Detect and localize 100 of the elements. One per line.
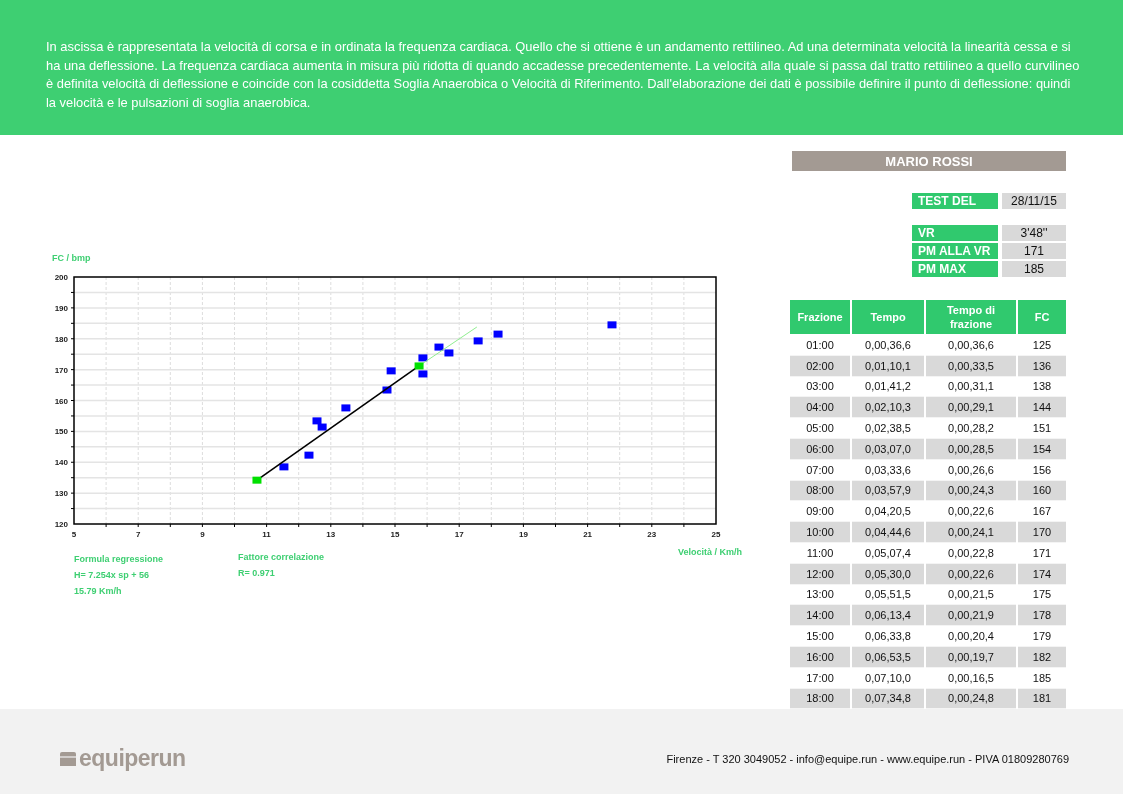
y-tick-label: 190 bbox=[54, 303, 68, 313]
column-header: Tempo bbox=[852, 300, 924, 335]
y-tick-label: 170 bbox=[54, 365, 68, 375]
table-cell: 06:00 bbox=[790, 439, 850, 460]
x-tick-label: 7 bbox=[135, 530, 141, 539]
table-cell: 174 bbox=[1018, 563, 1066, 585]
table-cell: 15:00 bbox=[790, 626, 850, 647]
info-value: 28/11/15 bbox=[1002, 193, 1066, 209]
table-cell: 0,00,16,5 bbox=[926, 667, 1016, 689]
x-tick-label: 5 bbox=[71, 530, 77, 539]
y-tick-label: 180 bbox=[54, 334, 68, 344]
info-value: 3'48'' bbox=[1002, 225, 1066, 241]
y-axis-title: FC / bmp bbox=[52, 253, 91, 263]
table-cell: 0,01,10,1 bbox=[852, 355, 924, 377]
y-tick-label: 150 bbox=[54, 427, 68, 437]
table-cell: 0,00,19,7 bbox=[926, 646, 1016, 668]
table-cell: 10:00 bbox=[790, 522, 850, 543]
table-cell: 181 bbox=[1018, 688, 1066, 710]
table-cell: 0,02,38,5 bbox=[852, 418, 924, 439]
table-cell: 0,00,36,6 bbox=[852, 335, 924, 356]
table-cell: 0,00,24,1 bbox=[926, 522, 1016, 543]
x-tick-label: 11 bbox=[262, 530, 271, 539]
y-tick-label: 130 bbox=[54, 489, 68, 499]
y-tick-label: 140 bbox=[54, 458, 68, 468]
table-cell: 0,03,07,0 bbox=[852, 439, 924, 460]
x-tick-label: 17 bbox=[454, 530, 464, 539]
regression-formula: H= 7.254x sp + 56 bbox=[74, 570, 151, 581]
table-cell: 0,00,28,2 bbox=[926, 418, 1016, 439]
bag-icon bbox=[58, 749, 78, 768]
table-cell: 0,07,34,8 bbox=[852, 688, 924, 710]
x-tick-label: 15 bbox=[390, 530, 400, 539]
description-text: In ascissa è rappresentata la velocità di corsa e in ordinata la frequenza cardiaca. Quello che si ottiene è un andamento rettilineo. Ad una determinata velocità la linearità cessa e si ha una deflessione. La frequenza cardiaca aumenta in misura più ridotta di quando accadesse precedentemente. La velocità alla quale si passa dal tratto rettilineo a quello curvilineo è definita velocità di deflessione e coincide con la cosiddetta Soglia Anaerobica o Velocità di Riferimento. Dall'elaborazione dei dati è possibile definire il punto di deflessione: quindi la velocità e le pulsazioni di soglia anaerobica. bbox=[46, 38, 1081, 112]
table-cell: 0,00,33,5 bbox=[926, 355, 1016, 377]
x-tick-label: 9 bbox=[200, 530, 205, 539]
correlation-value: R= 0.971 bbox=[238, 568, 276, 579]
table-cell: 12:00 bbox=[790, 563, 850, 585]
data-point bbox=[607, 321, 617, 329]
info-value: 171 bbox=[1002, 243, 1066, 259]
info-label: PM ALLA VR bbox=[912, 243, 998, 259]
table-cell: 16:00 bbox=[790, 646, 850, 668]
table-cell: 08:00 bbox=[790, 480, 850, 502]
table-cell: 07:00 bbox=[790, 459, 850, 481]
table-cell: 0,04,44,6 bbox=[852, 522, 924, 543]
data-point bbox=[386, 367, 396, 375]
table-cell: 185 bbox=[1018, 667, 1066, 689]
logo-text: equiperun bbox=[79, 745, 186, 773]
table-cell: 182 bbox=[1018, 646, 1066, 668]
table-cell: 0,00,24,8 bbox=[926, 688, 1016, 710]
table-cell: 0,00,21,9 bbox=[926, 605, 1016, 627]
table-cell: 0,05,30,0 bbox=[852, 563, 924, 585]
table-cell: 151 bbox=[1018, 418, 1066, 439]
table-cell: 0,06,53,5 bbox=[852, 646, 924, 668]
column-header: FC bbox=[1018, 300, 1066, 335]
table-cell: 144 bbox=[1018, 397, 1066, 419]
correlation-title: Fattore correlazione bbox=[238, 552, 326, 563]
table-cell: 18:00 bbox=[790, 688, 850, 710]
table-cell: 0,00,26,6 bbox=[926, 459, 1016, 481]
table-cell: 17:00 bbox=[790, 667, 850, 689]
data-point bbox=[341, 404, 351, 412]
table-cell: 11:00 bbox=[790, 542, 850, 564]
table-cell: 136 bbox=[1018, 355, 1066, 377]
table-cell: 05:00 bbox=[790, 418, 850, 439]
table-cell: 0,06,13,4 bbox=[852, 605, 924, 627]
table-cell: 02:00 bbox=[790, 355, 850, 377]
y-tick-label: 120 bbox=[54, 520, 68, 529]
info-label: PM MAX bbox=[912, 261, 998, 277]
table-cell: 156 bbox=[1018, 459, 1066, 481]
table-cell: 14:00 bbox=[790, 605, 850, 627]
table-cell: 125 bbox=[1018, 335, 1066, 356]
x-tick-label: 23 bbox=[647, 530, 657, 539]
data-point bbox=[382, 386, 392, 394]
data-point bbox=[473, 337, 483, 345]
table-cell: 0,03,57,9 bbox=[852, 480, 924, 502]
info-value: 185 bbox=[1002, 261, 1066, 277]
table-cell: 0,06,33,8 bbox=[852, 626, 924, 647]
table-cell: 154 bbox=[1018, 439, 1066, 460]
y-tick-label: 200 bbox=[54, 273, 68, 282]
table-cell: 178 bbox=[1018, 605, 1066, 627]
table-cell: 0,00,28,5 bbox=[926, 439, 1016, 460]
table-cell: 01:00 bbox=[790, 335, 850, 356]
x-tick-label: 25 bbox=[711, 530, 721, 539]
table-cell: 0,07,10,0 bbox=[852, 667, 924, 689]
table-cell: 171 bbox=[1018, 542, 1066, 564]
data-point bbox=[304, 451, 314, 459]
y-tick-label: 160 bbox=[54, 396, 68, 406]
info-label: VR bbox=[912, 225, 998, 241]
table-cell: 0,03,33,6 bbox=[852, 459, 924, 481]
info-label: TEST DEL bbox=[912, 193, 998, 209]
contact-text: Firenze - T 320 3049052 - info@equipe.run - www.equipe.run - PIVA 01809280769 bbox=[666, 752, 1069, 765]
table-cell: 0,00,29,1 bbox=[926, 397, 1016, 419]
data-point bbox=[493, 330, 503, 338]
table-cell: 0,02,10,3 bbox=[852, 397, 924, 419]
data-point bbox=[252, 476, 262, 484]
column-header: Tempo di frazione bbox=[926, 300, 1016, 335]
table-cell: 170 bbox=[1018, 522, 1066, 543]
table-cell: 0,05,07,4 bbox=[852, 542, 924, 564]
column-header: Frazione bbox=[790, 300, 850, 335]
athlete-name: MARIO ROSSI bbox=[792, 151, 1066, 171]
x-tick-label: 21 bbox=[583, 530, 593, 539]
regression-title: Formula regressione bbox=[74, 554, 165, 565]
